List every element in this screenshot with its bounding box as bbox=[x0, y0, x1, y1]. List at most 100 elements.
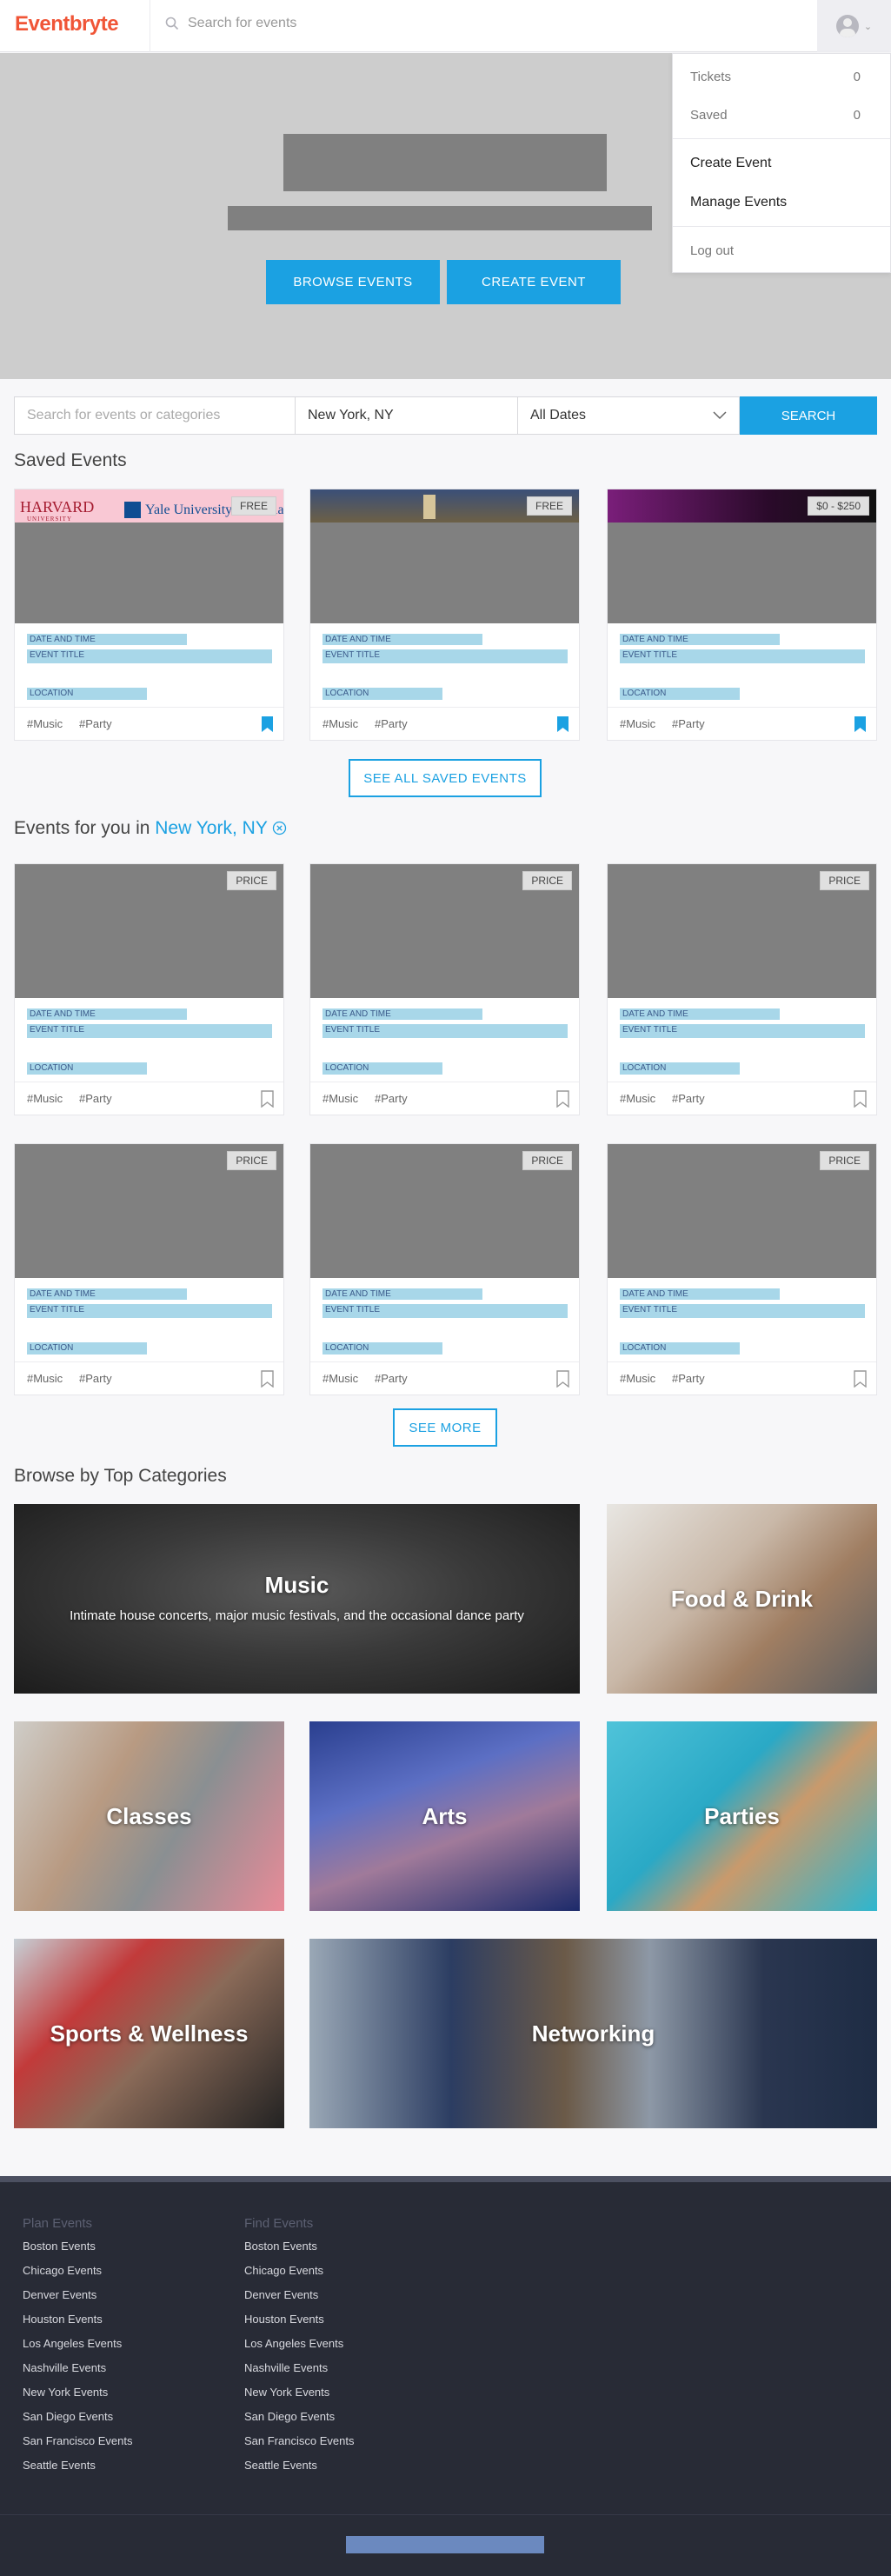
tag-link[interactable]: #Music bbox=[322, 1092, 358, 1105]
category-tile-music[interactable]: Music Intimate house concerts, major mus… bbox=[14, 1504, 580, 1694]
tag-link[interactable]: #Party bbox=[672, 1372, 705, 1385]
event-card[interactable]: PRICE DATE AND TIME EVENT TITLE LOCATION #Mu… bbox=[309, 863, 580, 1115]
footer-link[interactable]: Los Angeles Events bbox=[244, 2335, 354, 2360]
menu-item-create-event[interactable]: Create Event bbox=[690, 156, 771, 171]
tag-link[interactable]: #Party bbox=[375, 717, 408, 730]
events-for-you-location[interactable]: New York, NY bbox=[155, 818, 267, 838]
bookmark-icon[interactable] bbox=[555, 1090, 570, 1108]
footer-link[interactable]: Boston Events bbox=[244, 2238, 354, 2262]
browse-events-button[interactable]: BROWSE EVENTS bbox=[266, 260, 440, 304]
tag-link[interactable]: #Party bbox=[672, 1092, 705, 1105]
event-title[interactable]: EVENT TITLE bbox=[27, 1304, 272, 1318]
tag-link[interactable]: #Party bbox=[79, 1372, 112, 1385]
footer-link[interactable]: Denver Events bbox=[244, 2286, 354, 2311]
tag-link[interactable]: #Music bbox=[620, 717, 655, 730]
event-image[interactable]: PRICE bbox=[15, 1144, 283, 1278]
event-image[interactable]: PRICE bbox=[310, 1144, 579, 1278]
event-search-input[interactable]: Search for events or categories bbox=[14, 396, 296, 435]
tag-link[interactable]: #Music bbox=[322, 717, 358, 730]
footer-link[interactable]: Houston Events bbox=[244, 2311, 354, 2335]
category-tile-sports-wellness[interactable]: Sports & Wellness bbox=[14, 1939, 284, 2128]
location-input[interactable]: New York, NY bbox=[296, 396, 518, 435]
footer-link[interactable]: Seattle Events bbox=[23, 2457, 132, 2481]
event-title[interactable]: EVENT TITLE bbox=[620, 1024, 865, 1038]
menu-item-log-out[interactable]: Log out bbox=[690, 243, 734, 258]
event-card[interactable]: PRICE DATE AND TIME EVENT TITLE LOCATION #Mu… bbox=[14, 863, 284, 1115]
bookmark-icon[interactable] bbox=[555, 1370, 570, 1388]
menu-item-manage-events[interactable]: Manage Events bbox=[690, 195, 787, 210]
footer-link[interactable]: Nashville Events bbox=[244, 2360, 354, 2384]
tag-link[interactable]: #Party bbox=[375, 1372, 408, 1385]
category-tile-parties[interactable]: Parties bbox=[607, 1721, 877, 1911]
event-card[interactable]: PRICE DATE AND TIME EVENT TITLE LOCATION #Mu… bbox=[14, 1143, 284, 1395]
event-image[interactable]: PRICE bbox=[608, 864, 876, 998]
footer-link[interactable]: Denver Events bbox=[23, 2286, 132, 2311]
event-title[interactable]: EVENT TITLE bbox=[620, 1304, 865, 1318]
footer-link[interactable]: San Francisco Events bbox=[23, 2433, 132, 2457]
account-menu-button[interactable]: ⌄ bbox=[817, 0, 891, 52]
footer-link[interactable]: San Diego Events bbox=[23, 2408, 132, 2433]
tag-link[interactable]: #Party bbox=[79, 717, 112, 730]
event-title[interactable]: EVENT TITLE bbox=[620, 649, 865, 663]
menu-item-saved[interactable]: Saved 0 bbox=[690, 108, 861, 123]
card-footer: #Music #Party bbox=[15, 1361, 283, 1395]
footer-link[interactable]: Chicago Events bbox=[244, 2262, 354, 2286]
event-card[interactable]: PRICE DATE AND TIME EVENT TITLE LOCATION #Mu… bbox=[309, 1143, 580, 1395]
event-card[interactable]: $0 - $250 DATE AND TIME EVENT TITLE LOCATIO… bbox=[607, 489, 877, 741]
footer-link[interactable]: Chicago Events bbox=[23, 2262, 132, 2286]
bookmark-icon[interactable] bbox=[853, 1370, 868, 1388]
event-image[interactable]: FREE bbox=[310, 489, 579, 623]
date-select[interactable]: All Dates bbox=[518, 396, 740, 435]
tag-link[interactable]: #Music bbox=[27, 1372, 63, 1385]
footer-link[interactable]: San Diego Events bbox=[244, 2408, 354, 2433]
footer-link[interactable]: Houston Events bbox=[23, 2311, 132, 2335]
tag-link[interactable]: #Party bbox=[375, 1092, 408, 1105]
event-card[interactable]: FREE DATE AND TIME EVENT TITLE LOCATION #Mus… bbox=[309, 489, 580, 741]
logo[interactable]: Eventbryte bbox=[15, 12, 119, 37]
footer-link[interactable]: Seattle Events bbox=[244, 2457, 354, 2481]
menu-item-tickets[interactable]: Tickets 0 bbox=[690, 70, 861, 84]
event-title[interactable]: EVENT TITLE bbox=[322, 1304, 568, 1318]
header-search[interactable]: Search for events bbox=[165, 16, 296, 31]
footer-link[interactable]: New York Events bbox=[244, 2384, 354, 2408]
bookmark-icon[interactable] bbox=[555, 716, 570, 733]
event-title[interactable]: EVENT TITLE bbox=[27, 1024, 272, 1038]
event-card[interactable]: HARVARD UNIVERSITY Yale University la FREE DA… bbox=[14, 489, 284, 741]
tag-link[interactable]: #Party bbox=[672, 717, 705, 730]
event-title[interactable]: EVENT TITLE bbox=[27, 649, 272, 663]
footer-link[interactable]: Nashville Events bbox=[23, 2360, 132, 2384]
footer-link[interactable]: San Francisco Events bbox=[244, 2433, 354, 2457]
tag-link[interactable]: #Music bbox=[27, 1092, 63, 1105]
tag-link[interactable]: #Music bbox=[322, 1372, 358, 1385]
event-title[interactable]: EVENT TITLE bbox=[322, 1024, 568, 1038]
event-image[interactable]: $0 - $250 bbox=[608, 489, 876, 623]
event-card[interactable]: PRICE DATE AND TIME EVENT TITLE LOCATION #Mu… bbox=[607, 1143, 877, 1395]
event-image[interactable]: PRICE bbox=[15, 864, 283, 998]
bookmark-icon[interactable] bbox=[260, 1090, 275, 1108]
event-image[interactable]: PRICE bbox=[608, 1144, 876, 1278]
event-card[interactable]: PRICE DATE AND TIME EVENT TITLE LOCATION #Mu… bbox=[607, 863, 877, 1115]
event-title[interactable]: EVENT TITLE bbox=[322, 649, 568, 663]
tag-link[interactable]: #Music bbox=[620, 1092, 655, 1105]
footer-link[interactable]: Boston Events bbox=[23, 2238, 132, 2262]
bookmark-icon[interactable] bbox=[853, 1090, 868, 1108]
tag-link[interactable]: #Party bbox=[79, 1092, 112, 1105]
see-all-saved-events-button[interactable]: SEE ALL SAVED EVENTS bbox=[349, 759, 542, 797]
bookmark-icon[interactable] bbox=[853, 716, 868, 733]
bookmark-icon[interactable] bbox=[260, 716, 275, 733]
footer-link[interactable]: Los Angeles Events bbox=[23, 2335, 132, 2360]
category-tile-arts[interactable]: Arts bbox=[309, 1721, 580, 1911]
category-tile-classes[interactable]: Classes bbox=[14, 1721, 284, 1911]
footer-link[interactable]: New York Events bbox=[23, 2384, 132, 2408]
see-more-button[interactable]: SEE MORE bbox=[393, 1408, 497, 1447]
search-button[interactable]: SEARCH bbox=[740, 396, 877, 435]
tag-link[interactable]: #Music bbox=[27, 717, 63, 730]
event-image[interactable]: HARVARD UNIVERSITY Yale University la FREE bbox=[15, 489, 283, 623]
close-circle-icon[interactable] bbox=[272, 821, 287, 835]
tag-link[interactable]: #Music bbox=[620, 1372, 655, 1385]
bookmark-icon[interactable] bbox=[260, 1370, 275, 1388]
category-tile-food-drink[interactable]: Food & Drink bbox=[607, 1504, 877, 1694]
category-tile-networking[interactable]: Networking bbox=[309, 1939, 877, 2128]
create-event-button[interactable]: CREATE EVENT bbox=[447, 260, 621, 304]
event-image[interactable]: PRICE bbox=[310, 864, 579, 998]
